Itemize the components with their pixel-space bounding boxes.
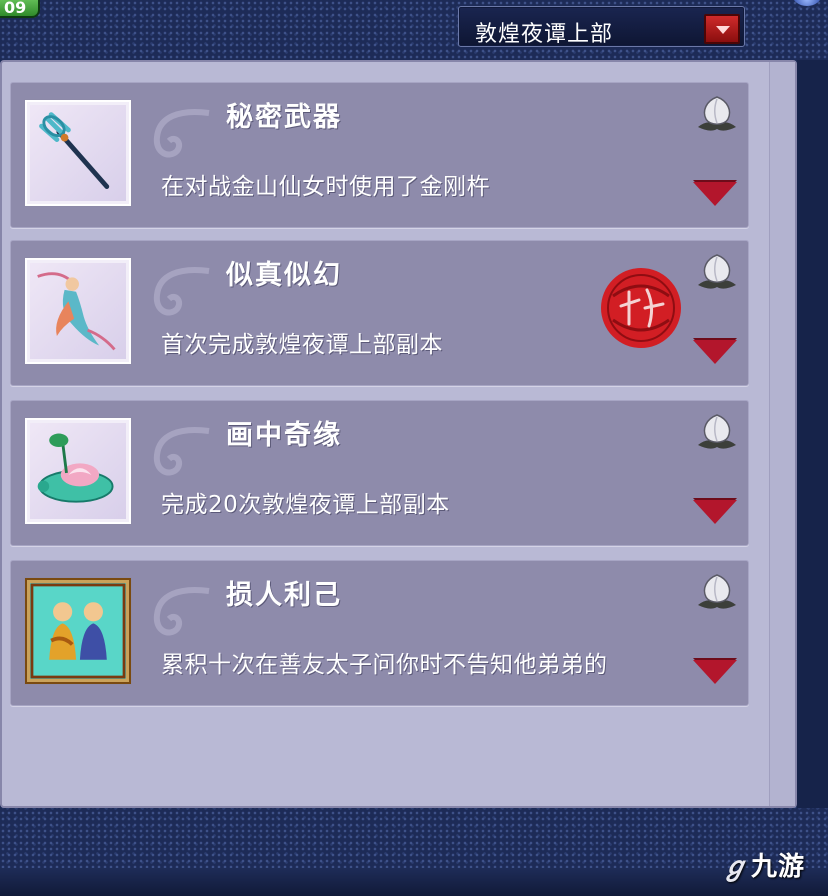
level-badge-text: 09 [4,0,27,17]
achievement-card[interactable]: 似真似幻 首次完成敦煌夜谭上部副本 [10,240,749,386]
achievement-title: 画中奇缘 [226,420,342,451]
scrollbar[interactable] [769,62,795,806]
peach-reward-icon [698,96,736,131]
dungeon-select-value: 敦煌夜谭上部 [475,22,614,47]
achievement-icon-frame [25,578,131,684]
peach-reward-icon [698,414,736,449]
monks-icon [30,583,126,679]
dropdown-toggle-button[interactable] [704,14,740,44]
achievement-list-panel: 秘密武器 在对战金山仙女时使用了金刚杵 似真似幻 首次完成敦煌夜谭上部副本 画中… [0,60,797,808]
achievement-description: 首次完成敦煌夜谭上部副本 [161,332,443,358]
achievement-icon-frame [25,418,131,524]
achievement-icon-frame [25,100,131,206]
achievement-card[interactable]: 秘密武器 在对战金山仙女时使用了金刚杵 [10,82,749,228]
completed-seal-stamp [601,268,681,348]
flying-apsara-icon [30,263,126,359]
expand-arrow-icon[interactable] [693,182,737,206]
gem-icon [792,0,822,6]
achievement-description: 累积十次在善友太子问你时不告知他弟弟的 [161,652,608,678]
achievement-title: 损人利己 [226,580,342,611]
achievement-icon-frame [25,258,131,364]
achievement-card[interactable]: 画中奇缘 完成20次敦煌夜谭上部副本 [10,400,749,546]
cloud-swirl-decoration [139,421,219,491]
expand-arrow-icon[interactable] [693,660,737,684]
right-border [797,60,828,808]
achievement-title: 秘密武器 [226,102,342,133]
watermark: ℊ九游 [722,846,805,883]
achievement-title: 似真似幻 [226,260,342,291]
chevron-down-icon [716,26,730,34]
peach-reward-icon [698,574,736,609]
peach-reward-icon [698,254,736,289]
cloud-swirl-decoration [139,581,219,651]
dungeon-select-dropdown[interactable]: 敦煌夜谭上部 [458,6,745,47]
level-badge: 09 [0,0,40,18]
watermark-text: 九游 [751,852,806,882]
achievement-description: 在对战金山仙女时使用了金刚杵 [161,174,490,200]
achievement-description: 完成20次敦煌夜谭上部副本 [161,492,450,518]
cloud-swirl-decoration [139,261,219,331]
expand-arrow-icon[interactable] [693,340,737,364]
bottom-bar [0,868,828,896]
jiuyou-logo-icon: ℊ [722,852,750,882]
vajra-icon [30,105,126,201]
cloud-swirl-decoration [139,103,219,173]
achievement-card[interactable]: 损人利己 累积十次在善友太子问你时不告知他弟弟的 [10,560,749,706]
expand-arrow-icon[interactable] [693,500,737,524]
lotus-turtle-icon [30,423,126,519]
